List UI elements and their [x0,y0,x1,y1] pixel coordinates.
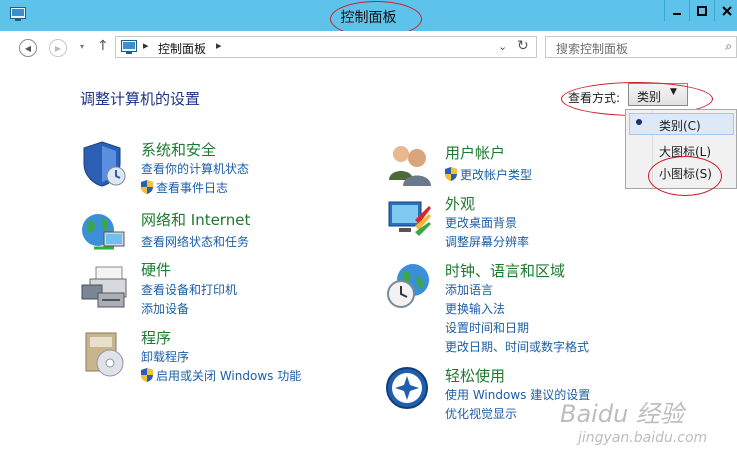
link-optimize-visual-display[interactable]: 优化视觉显示 [445,405,517,422]
breadcrumb-separator-icon[interactable]: ▸ [216,39,222,52]
category-system-security[interactable]: 系统和安全 [141,139,216,160]
programs-icon[interactable] [80,329,128,377]
hardware-printer-icon[interactable] [80,263,128,311]
radio-bullet-icon [636,119,642,125]
category-network-internet[interactable]: 网络和 Internet [141,209,250,230]
minimize-icon [673,12,681,15]
watermark-sub: jingyan.baidu.com [578,430,708,446]
menu-item-category[interactable]: 类别(C) [659,117,701,134]
search-input[interactable]: 搜索控制面板 ⌕ [545,36,737,58]
ease-of-access-icon[interactable] [385,366,433,414]
link-label: 查看事件日志 [156,181,229,195]
back-button[interactable]: ◀ [19,39,37,57]
search-placeholder: 搜索控制面板 [556,42,629,56]
page-title: 调整计算机的设置 [80,90,201,108]
category-clock-language-region[interactable]: 时钟、语言和区域 [445,260,565,281]
uac-shield-icon [445,167,457,181]
address-dropdown-icon[interactable]: ⌄ [498,40,507,53]
maximize-button[interactable] [689,0,714,21]
link-label: 启用或关闭 Windows 功能 [156,369,302,383]
link-uninstall-program[interactable]: 卸载程序 [141,348,189,365]
link-add-device[interactable]: 添加设备 [141,300,189,317]
back-arrow-icon: ◀ [24,43,32,53]
link-change-date-time-number-format[interactable]: 更改日期、时间或数字格式 [445,338,589,355]
link-view-devices-printers[interactable]: 查看设备和打印机 [141,281,237,298]
category-user-accounts[interactable]: 用户帐户 [445,142,505,163]
address-bar[interactable]: ▸ 控制面板 ▸ ⌄ ↻ [115,36,537,58]
uac-shield-icon [141,180,153,194]
maximize-icon [697,5,707,16]
breadcrumb-separator-icon: ▸ [143,39,149,52]
recent-dropdown-icon[interactable]: ▾ [80,42,84,51]
link-change-desktop-background[interactable]: 更改桌面背景 [445,214,517,231]
link-change-input-method[interactable]: 更换输入法 [445,300,505,317]
watermark-main: Baidu 经验 [560,400,684,428]
link-view-event-log[interactable]: 查看事件日志 [141,179,228,196]
link-set-time-date[interactable]: 设置时间和日期 [445,319,529,336]
search-icon[interactable]: ⌕ [725,39,732,54]
link-adjust-screen-resolution[interactable]: 调整屏幕分辨率 [445,233,529,250]
breadcrumb-control-panel[interactable]: 控制面板 [158,40,206,57]
category-ease-of-access[interactable]: 轻松使用 [445,365,505,386]
category-programs[interactable]: 程序 [141,327,171,348]
category-appearance[interactable]: 外观 [445,193,475,214]
small-icons-annotation-ellipse [648,156,722,196]
close-icon [721,5,732,16]
forward-arrow-icon: ▶ [54,43,62,53]
link-change-account-type[interactable]: 更改帐户类型 [445,166,532,183]
up-button[interactable]: ↑ [97,38,109,54]
close-button[interactable] [714,0,737,21]
control-panel-icon [121,40,137,54]
user-accounts-icon[interactable] [385,140,433,188]
uac-shield-icon [141,368,153,382]
clock-language-region-icon[interactable] [385,262,433,310]
appearance-icon[interactable] [385,196,433,244]
forward-button[interactable]: ▶ [49,39,67,57]
category-hardware[interactable]: 硬件 [141,259,171,280]
link-view-computer-status[interactable]: 查看你的计算机状态 [141,160,249,177]
network-internet-icon[interactable] [80,208,128,256]
link-add-language[interactable]: 添加语言 [445,281,493,298]
link-label: 更改帐户类型 [460,168,533,182]
system-security-icon[interactable] [80,140,128,188]
link-view-network-status[interactable]: 查看网络状态和任务 [141,233,249,250]
baidu-jingyan-watermark: Baidu 经验 jingyan.baidu.com [560,394,730,454]
refresh-icon[interactable]: ↻ [517,38,529,54]
link-windows-features[interactable]: 启用或关闭 Windows 功能 [141,367,301,384]
minimize-button[interactable] [664,0,689,21]
